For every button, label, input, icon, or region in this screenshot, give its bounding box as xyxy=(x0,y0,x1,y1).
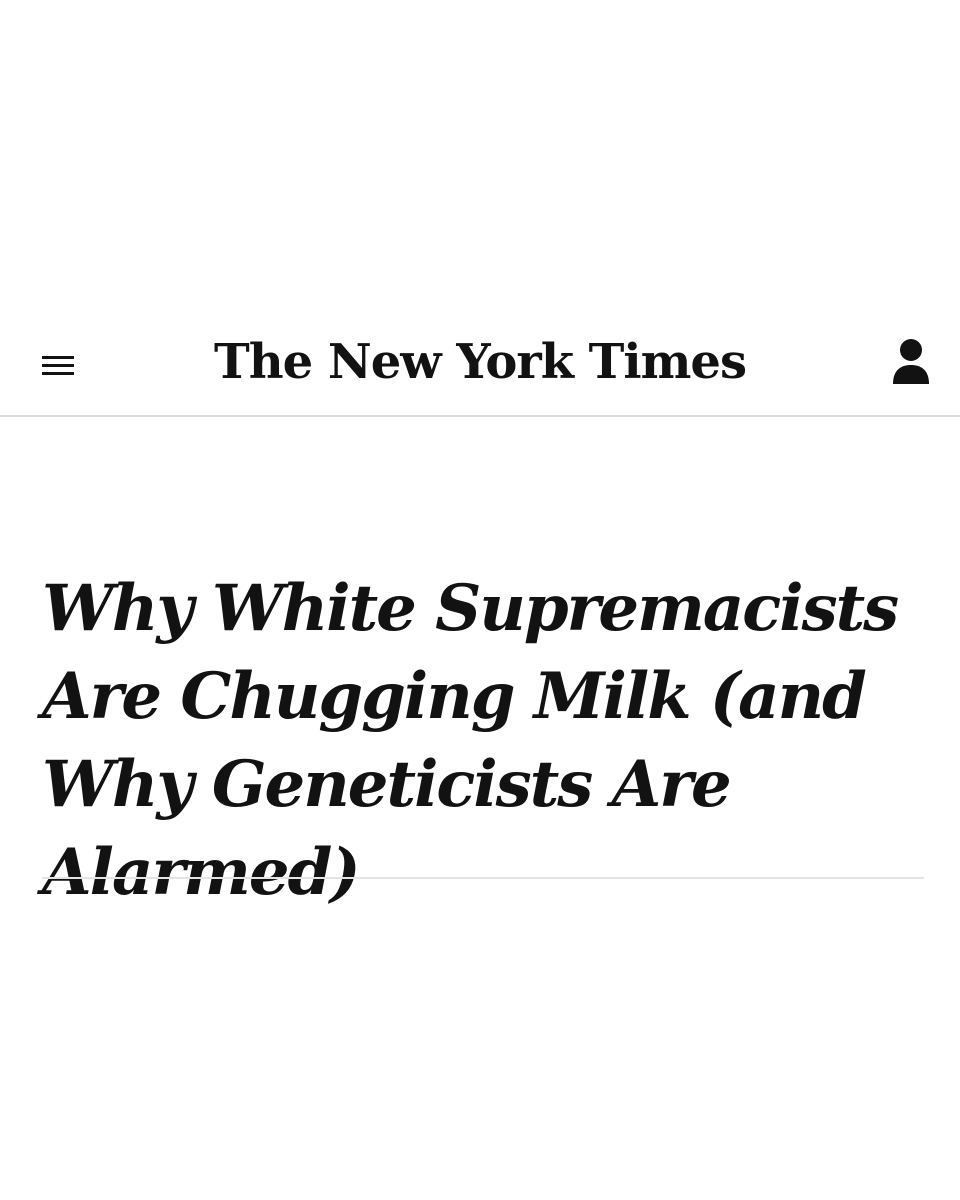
user-account-icon[interactable] xyxy=(886,334,936,390)
nyt-logo[interactable]: The New York Times xyxy=(0,332,960,392)
masthead: The New York Times xyxy=(0,310,960,417)
divider xyxy=(42,877,924,879)
article-headline: Why White Supremacists Are Chugging Milk… xyxy=(42,571,899,910)
